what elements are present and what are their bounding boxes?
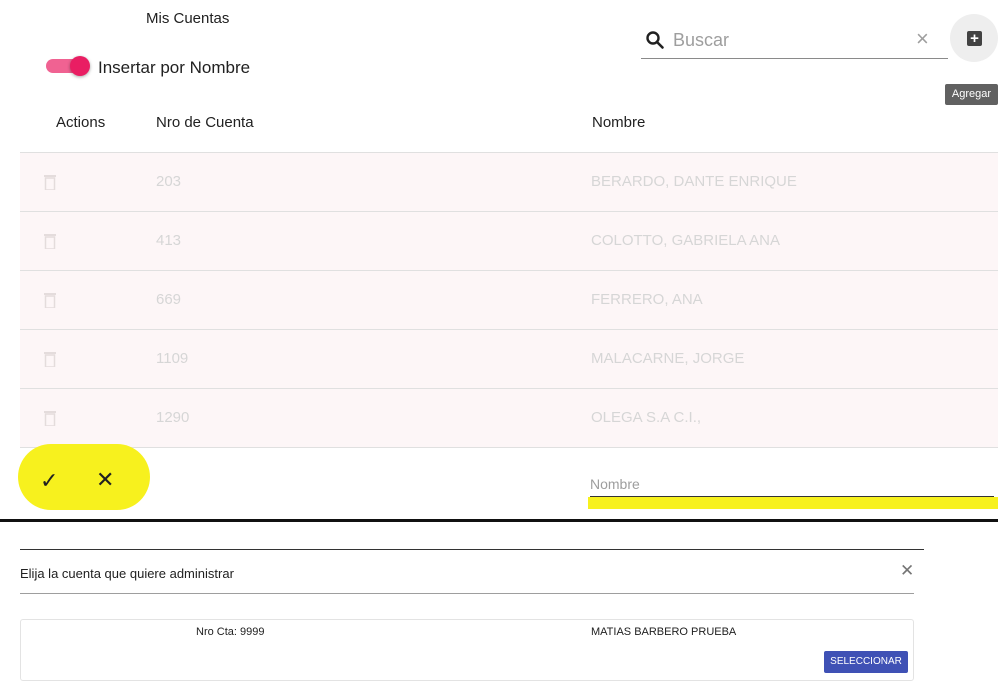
search-field: × [641, 24, 948, 59]
search-input[interactable] [673, 28, 913, 52]
toggle-thumb[interactable] [70, 56, 90, 76]
account-number: 1109 [156, 350, 189, 367]
toggle-label: Insertar por Nombre [98, 58, 251, 77]
search-icon [646, 31, 664, 49]
select-button[interactable]: SELECCIONAR [824, 651, 908, 673]
column-header-nombre: Nombre [592, 114, 646, 131]
section-divider [0, 519, 998, 522]
card-account-number: Nro Cta: 9999 [196, 626, 265, 638]
modal-top-border [20, 549, 924, 550]
close-icon[interactable]: ✕ [900, 561, 914, 581]
account-name: MALACARNE, JORGE [591, 350, 745, 367]
account-card: Nro Cta: 9999 MATIAS BARBERO PRUEBA SELE… [20, 619, 914, 681]
account-number: 669 [156, 291, 182, 308]
table-row: 203 BERARDO, DANTE ENRIQUE [20, 153, 998, 212]
delete-icon[interactable] [44, 233, 56, 249]
account-name: OLEGA S.A C.I., [591, 409, 702, 426]
delete-icon[interactable] [44, 174, 56, 190]
delete-icon[interactable] [44, 292, 56, 308]
add-box-icon: + [967, 31, 982, 46]
account-name: FERRERO, ANA [591, 291, 703, 308]
delete-icon[interactable] [44, 351, 56, 367]
column-header-actions: Actions [56, 114, 106, 131]
account-name: COLOTTO, GABRIELA ANA [591, 232, 780, 249]
modal-title: Elija la cuenta que quiere administrar [20, 566, 234, 581]
add-button[interactable]: + [950, 14, 998, 62]
column-header-nro: Nro de Cuenta [156, 114, 254, 131]
highlight-marker [588, 497, 998, 509]
close-icon[interactable]: × [916, 26, 929, 52]
account-name: BERARDO, DANTE ENRIQUE [591, 173, 797, 190]
modal-title-divider [20, 593, 914, 594]
table-row: 413 COLOTTO, GABRIELA ANA [20, 212, 998, 271]
account-number: 1290 [156, 409, 190, 426]
add-tooltip: Agregar [945, 84, 998, 105]
delete-icon[interactable] [44, 410, 56, 426]
page-title: Mis Cuentas [146, 10, 230, 27]
table-row: 1109 MALACARNE, JORGE [20, 330, 998, 389]
card-account-name: MATIAS BARBERO PRUEBA [591, 626, 737, 638]
account-number: 203 [156, 173, 182, 190]
table-row: 669 FERRERO, ANA [20, 271, 998, 330]
nombre-input[interactable] [590, 474, 990, 494]
highlight-marker [18, 444, 150, 510]
account-number: 413 [156, 232, 182, 249]
check-icon[interactable]: ✓ [40, 468, 58, 494]
table-row: 1290 OLEGA S.A C.I., [20, 389, 998, 448]
close-icon[interactable]: ✕ [96, 467, 114, 493]
